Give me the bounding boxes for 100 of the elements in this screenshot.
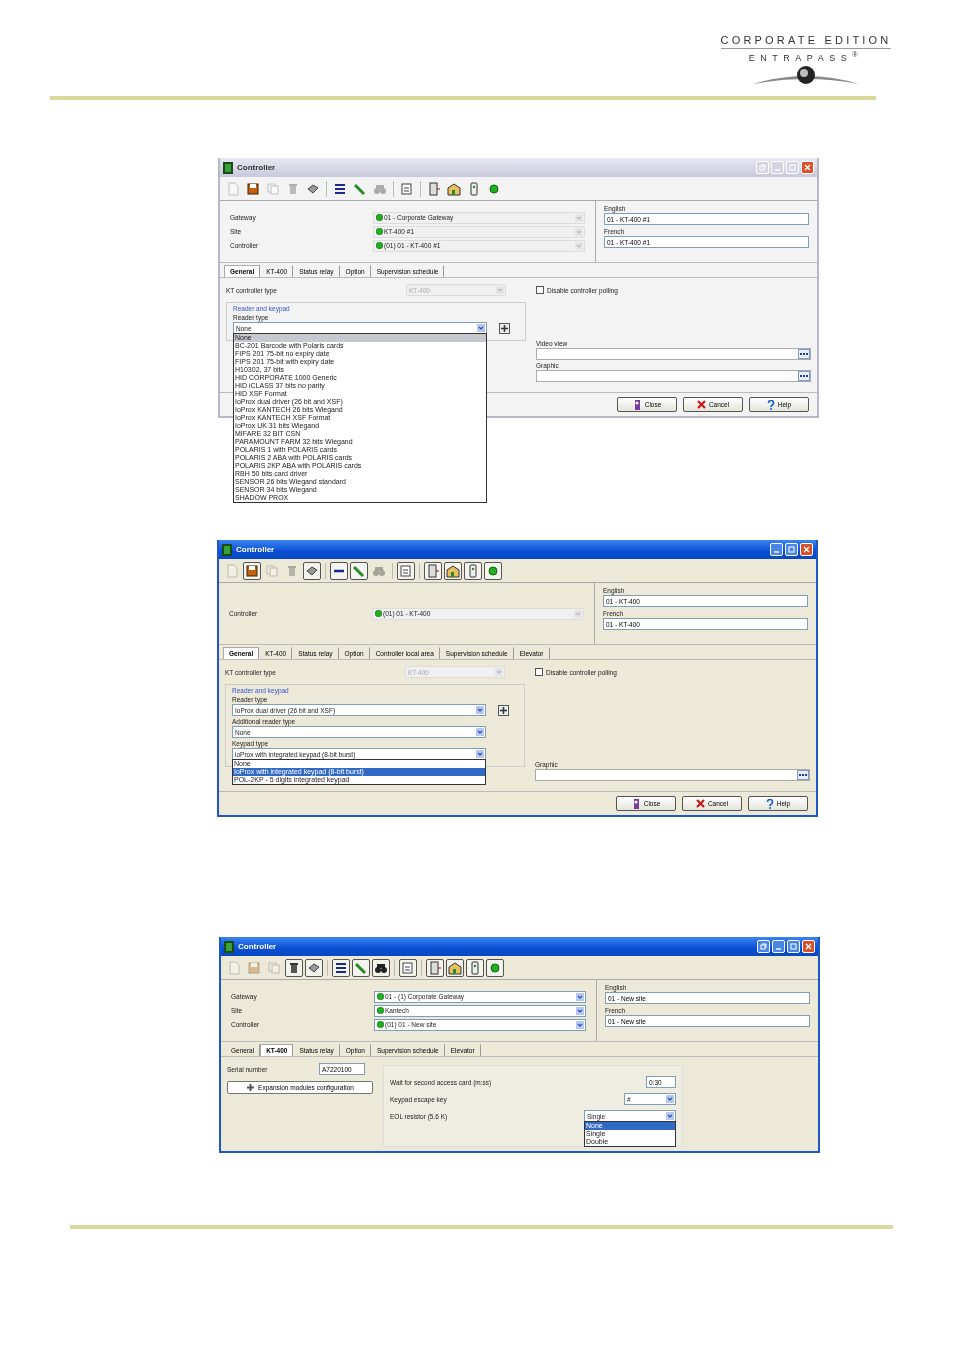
- pen-icon: [352, 563, 366, 578]
- status-icon: [488, 960, 502, 975]
- browse-field[interactable]: [535, 769, 810, 781]
- close-button[interactable]: [800, 543, 813, 556]
- report-icon: [401, 960, 415, 975]
- browse-field[interactable]: [536, 370, 811, 382]
- trash-icon: [286, 181, 300, 196]
- door-icon: [428, 960, 442, 975]
- help-icon: [766, 399, 775, 410]
- toolbar-button[interactable]: [446, 958, 464, 977]
- dropdown-arrow-icon: [476, 750, 484, 758]
- dropdown-arrow-icon: [476, 706, 484, 714]
- dropdown-arrow-icon: [575, 241, 583, 250]
- dropdown-arrow-icon: [576, 1020, 584, 1029]
- close-button[interactable]: [802, 940, 815, 953]
- add-icon[interactable]: [499, 322, 510, 334]
- toolbar-button[interactable]: [399, 958, 417, 977]
- add-icon[interactable]: [498, 704, 509, 716]
- toolbar-button[interactable]: [352, 958, 370, 977]
- maximize-icon: [788, 546, 795, 553]
- building-icon: [447, 181, 461, 196]
- toolbar-button[interactable]: [424, 561, 442, 580]
- app-icon: [223, 161, 233, 174]
- restore-icon: [759, 164, 766, 171]
- dropdown-arrow-icon: [666, 1095, 674, 1103]
- app-icon: [222, 543, 232, 556]
- trash-icon: [287, 960, 301, 975]
- dropdown-arrow-icon: [576, 992, 584, 1001]
- copy-icon: [267, 960, 281, 975]
- dropdown-arrow-icon: [496, 286, 504, 294]
- close-icon: [804, 164, 811, 171]
- toolbar-button[interactable]: [332, 958, 350, 977]
- status-icon: [486, 563, 500, 578]
- trash-icon: [285, 563, 299, 578]
- checkbox[interactable]: [535, 668, 543, 676]
- report-icon: [400, 181, 414, 196]
- minimize-button[interactable]: [772, 940, 785, 953]
- toolbar-button[interactable]: [243, 561, 261, 580]
- restore-button[interactable]: [757, 940, 770, 953]
- toolbar-button[interactable]: [397, 561, 415, 580]
- status-icon: [487, 181, 501, 196]
- dropdown-arrow-icon: [476, 728, 484, 736]
- toolbar-button[interactable]: [426, 958, 444, 977]
- dropdown-arrow-icon: [495, 668, 503, 676]
- toolbar-button[interactable]: [466, 958, 484, 977]
- toolbar-button[interactable]: [372, 958, 390, 977]
- door-exit-icon: [632, 399, 642, 410]
- dropdown-arrow-icon: [575, 213, 583, 222]
- toolbar-button[interactable]: [486, 958, 504, 977]
- pen-icon: [353, 181, 367, 196]
- window-title: Controller: [236, 545, 276, 554]
- document-icon: [227, 960, 241, 975]
- window-title: Controller: [238, 942, 278, 951]
- help-icon: [765, 798, 774, 809]
- toolbar-button[interactable]: [484, 561, 502, 580]
- save-icon: [246, 181, 260, 196]
- window-title: Controller: [237, 163, 277, 172]
- minimize-button[interactable]: [770, 543, 783, 556]
- toolbar-button[interactable]: [350, 561, 368, 580]
- door-exit-icon: [631, 798, 641, 809]
- copy-icon: [265, 563, 279, 578]
- cancel-icon: [695, 799, 705, 808]
- keypad-icon: [466, 563, 480, 578]
- building-icon: [448, 960, 462, 975]
- checkbox[interactable]: [536, 286, 544, 294]
- browse-button[interactable]: [798, 371, 810, 381]
- list-icon: [334, 960, 348, 975]
- close-icon: [803, 546, 810, 553]
- browse-button[interactable]: [797, 770, 809, 780]
- maximize-button[interactable]: [787, 940, 800, 953]
- pen-icon: [354, 960, 368, 975]
- toolbar-button[interactable]: [285, 958, 303, 977]
- building-icon: [446, 563, 460, 578]
- copy-icon: [266, 181, 280, 196]
- dropdown-arrow-icon: [477, 324, 485, 332]
- door-icon: [426, 563, 440, 578]
- list-icon: [333, 181, 347, 196]
- logo-text: CORPORATE EDITION: [720, 34, 892, 49]
- document-icon: [226, 181, 240, 196]
- close-button[interactable]: [801, 161, 814, 174]
- plus-icon: [246, 1083, 256, 1092]
- maximize-button[interactable]: [785, 543, 798, 556]
- keypad-icon: [467, 181, 481, 196]
- document-icon: [225, 563, 239, 578]
- browse-field[interactable]: [536, 348, 811, 360]
- toolbar-button[interactable]: [330, 561, 348, 580]
- door-icon: [427, 181, 441, 196]
- dropdown-arrow-icon: [666, 1112, 674, 1120]
- report-icon: [399, 563, 413, 578]
- app-icon: [224, 940, 234, 953]
- close-icon: [805, 943, 812, 950]
- dropdown-arrow-icon: [575, 227, 583, 236]
- browse-button[interactable]: [798, 349, 810, 359]
- toolbar-button[interactable]: [464, 561, 482, 580]
- dropdown-arrow-icon: [576, 1006, 584, 1015]
- toolbar-button[interactable]: [444, 561, 462, 580]
- restore-icon: [760, 943, 767, 950]
- save-icon: [247, 960, 261, 975]
- dropdown-arrow-icon: [574, 609, 582, 618]
- maximize-icon: [790, 943, 797, 950]
